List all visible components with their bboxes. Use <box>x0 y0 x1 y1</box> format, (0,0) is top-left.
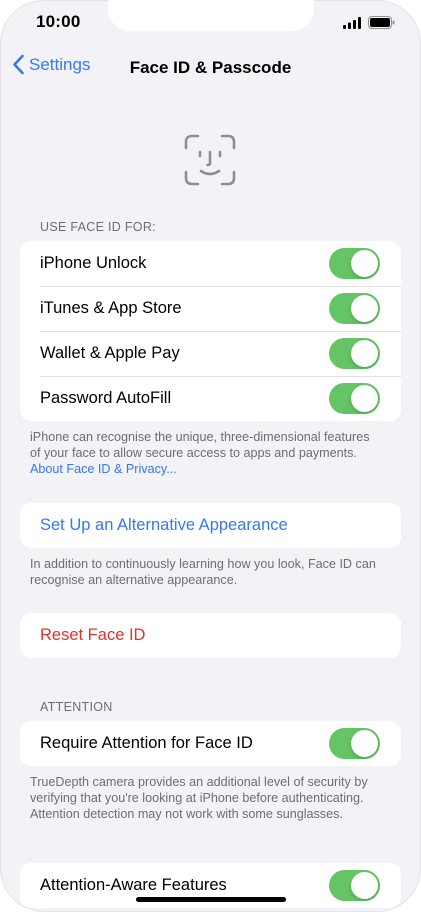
wallet-apple-pay-toggle[interactable] <box>329 338 380 369</box>
row-label: Wallet & Apple Pay <box>40 344 180 362</box>
status-time: 10:00 <box>36 12 81 31</box>
set-up-alternative-appearance-button[interactable]: Set Up an Alternative Appearance <box>20 503 401 548</box>
row-label: iTunes & App Store <box>40 299 182 317</box>
face-id-footer: iPhone can recognise the unique, three-d… <box>30 429 380 477</box>
alternative-appearance-group: Set Up an Alternative Appearance <box>20 503 401 548</box>
phone-screen: 10:00 Settings Face ID & Passcode USE FA… <box>0 0 421 912</box>
face-id-icon <box>184 134 236 186</box>
iphone-unlock-toggle[interactable] <box>329 248 380 279</box>
toggle-knob <box>351 730 378 757</box>
section-header-attention: ATTENTION <box>40 700 113 714</box>
row-label: Reset Face ID <box>40 626 146 644</box>
toggle-knob <box>351 385 378 412</box>
about-face-id-privacy-link[interactable]: About Face ID & Privacy... <box>30 462 177 476</box>
reset-group: Reset Face ID <box>20 613 401 658</box>
status-icons <box>343 16 395 29</box>
row-itunes-app-store: iTunes & App Store <box>20 286 401 331</box>
row-wallet-apple-pay: Wallet & Apple Pay <box>20 331 401 376</box>
attention-aware-toggle[interactable] <box>329 870 380 901</box>
use-face-id-group: iPhone Unlock iTunes & App Store Wallet … <box>20 241 401 421</box>
status-bar: 10:00 <box>0 0 421 44</box>
row-label: iPhone Unlock <box>40 254 147 272</box>
toggle-knob <box>351 872 378 899</box>
face-id-footer-text: iPhone can recognise the unique, three-d… <box>30 430 370 460</box>
password-autofill-toggle[interactable] <box>329 383 380 414</box>
notch <box>108 0 314 31</box>
row-require-attention: Require Attention for Face ID <box>20 721 401 766</box>
alternative-appearance-footer: In addition to continuously learning how… <box>30 557 376 587</box>
home-indicator[interactable] <box>136 897 286 902</box>
row-label: Attention-Aware Features <box>40 876 227 894</box>
row-label: Set Up an Alternative Appearance <box>40 516 288 534</box>
toggle-knob <box>351 295 378 322</box>
require-attention-toggle[interactable] <box>329 728 380 759</box>
battery-icon <box>368 16 395 29</box>
row-iphone-unlock: iPhone Unlock <box>20 241 401 286</box>
navigation-bar: Settings Face ID & Passcode <box>0 48 421 88</box>
section-header-use-face-id: USE FACE ID FOR: <box>40 220 156 234</box>
itunes-app-store-toggle[interactable] <box>329 293 380 324</box>
cellular-signal-icon <box>343 16 361 29</box>
attention-group: Require Attention for Face ID <box>20 721 401 766</box>
row-label: Require Attention for Face ID <box>40 734 253 752</box>
reset-face-id-button[interactable]: Reset Face ID <box>20 613 401 658</box>
attention-footer: TrueDepth camera provides an additional … <box>30 775 368 821</box>
row-label: Password AutoFill <box>40 389 172 407</box>
row-password-autofill: Password AutoFill <box>20 376 401 421</box>
page-title: Face ID & Passcode <box>129 58 292 77</box>
toggle-knob <box>351 250 378 277</box>
toggle-knob <box>351 340 378 367</box>
